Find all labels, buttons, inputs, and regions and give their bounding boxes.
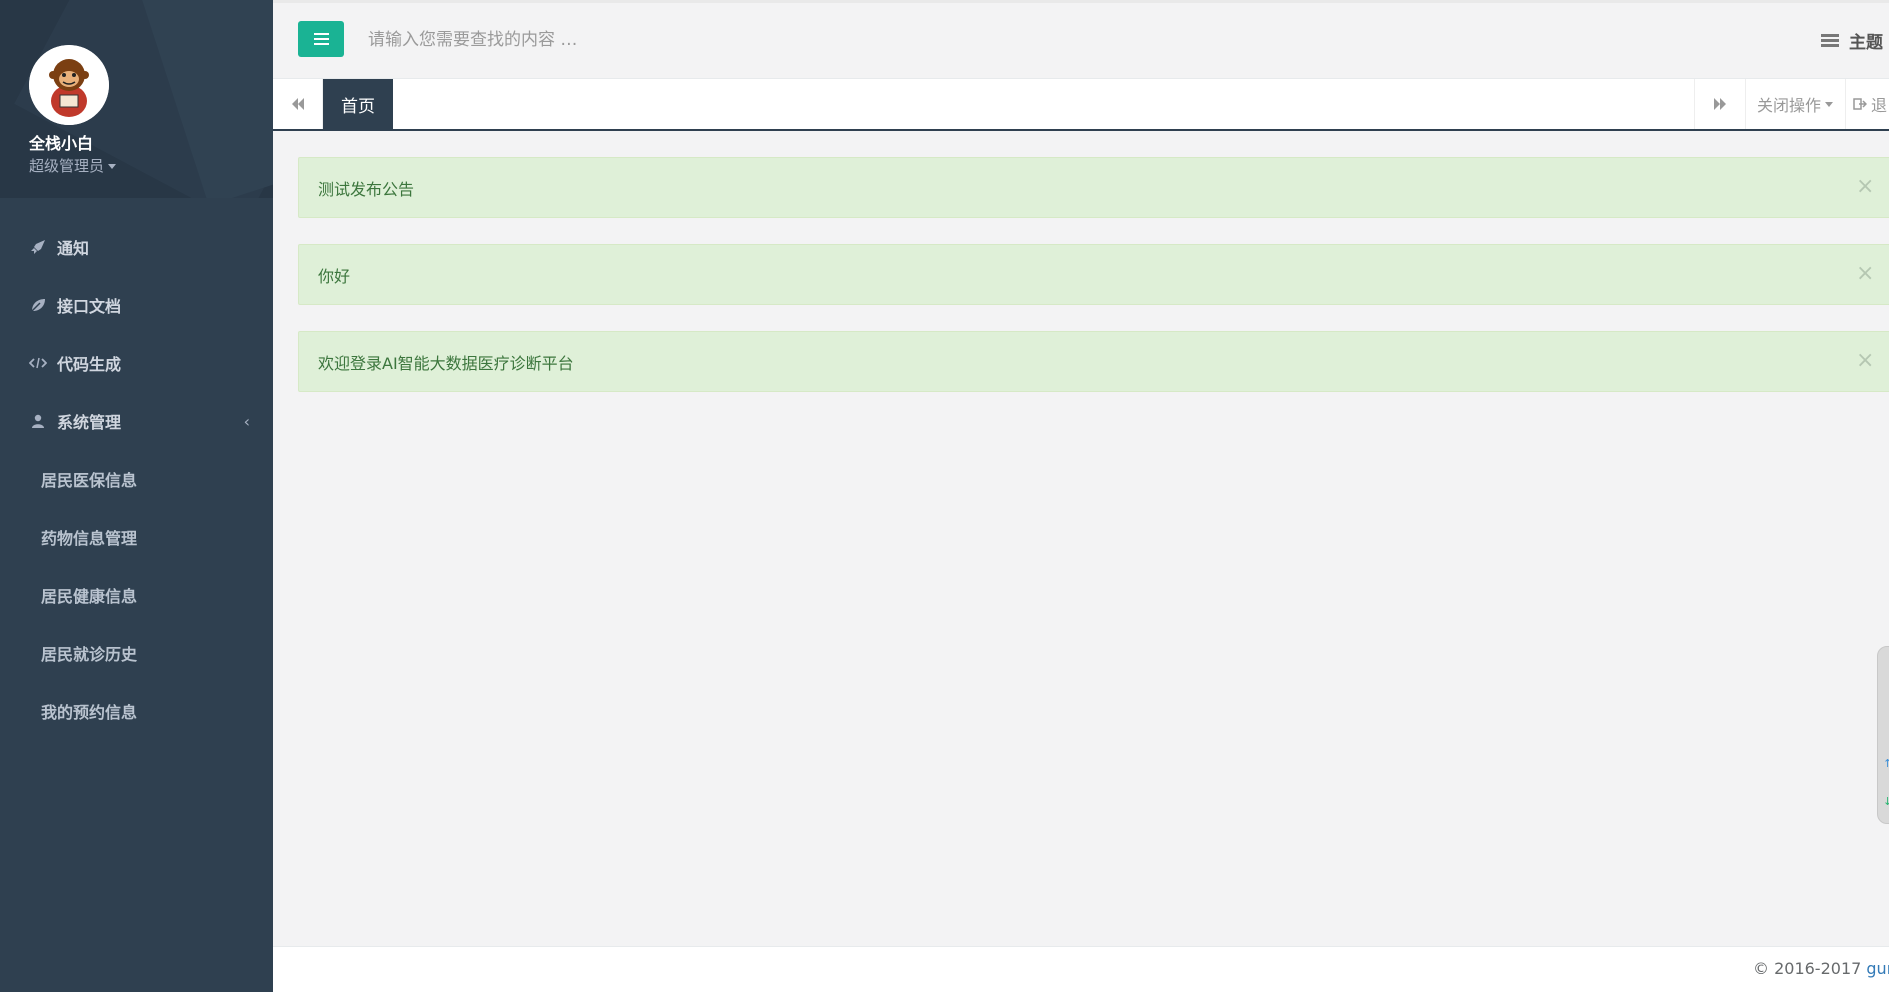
- close-operations-dropdown[interactable]: 关闭操作: [1745, 79, 1846, 129]
- backward-icon: [291, 98, 304, 110]
- footer: © 2016-2017 guns: [273, 946, 1889, 993]
- caret-down-icon: [1825, 101, 1833, 107]
- profile-role-dropdown[interactable]: 超级管理员: [29, 155, 117, 176]
- sidebar-item-code-gen[interactable]: 代码生成: [0, 334, 273, 392]
- top-navbar: 主题: [273, 0, 1889, 79]
- sidebar-item-label: 系统管理: [57, 413, 122, 432]
- arrow-down-icon[interactable]: ↓: [1883, 795, 1889, 808]
- forward-icon: [1714, 98, 1726, 110]
- avatar[interactable]: [29, 45, 109, 125]
- close-icon[interactable]: ×: [1856, 263, 1874, 285]
- monkey-avatar-icon: [29, 45, 109, 125]
- floating-side-tool[interactable]: ↑ ↓: [1877, 646, 1889, 824]
- sidebar: 全栈小白 超级管理员 通知 接口文档 代码生成 系统管理 ‹ 居民医保信息 药物…: [0, 0, 273, 992]
- theme-button[interactable]: 主题: [1821, 28, 1883, 53]
- sidebar-item-api-docs[interactable]: 接口文档: [0, 276, 273, 334]
- sidebar-item-notice[interactable]: 通知: [0, 218, 273, 276]
- search-input[interactable]: [366, 22, 970, 58]
- rocket-icon: [29, 239, 47, 255]
- close-operations-label: 关闭操作: [1756, 96, 1821, 115]
- sidebar-subitem-health-info[interactable]: 居民健康信息: [0, 566, 273, 624]
- sidebar-subitem-label: 我的预约信息: [41, 703, 138, 722]
- arrow-up-icon[interactable]: ↑: [1883, 757, 1889, 770]
- logout-button[interactable]: 退: [1847, 79, 1889, 129]
- sidebar-item-label: 代码生成: [57, 355, 122, 374]
- profile-name[interactable]: 全栈小白: [29, 130, 93, 154]
- tab-scroll-right-button[interactable]: [1694, 79, 1746, 129]
- notice-alert: 测试发布公告 ×: [298, 157, 1889, 218]
- notice-alert: 你好 ×: [298, 244, 1889, 305]
- profile-panel: 全栈小白 超级管理员: [0, 0, 273, 198]
- sidebar-item-label: 通知: [57, 239, 90, 258]
- chevron-left-icon: ‹: [243, 411, 250, 431]
- sidebar-subitem-label: 居民健康信息: [41, 587, 138, 606]
- tab-scroll-left-button[interactable]: [273, 79, 323, 129]
- alert-text: 你好: [318, 266, 351, 286]
- sidebar-subitem-appointments[interactable]: 我的预约信息: [0, 682, 273, 740]
- sidebar-subitem-label: 药物信息管理: [41, 529, 138, 548]
- close-icon[interactable]: ×: [1856, 350, 1874, 372]
- sidebar-subitem-drug-info[interactable]: 药物信息管理: [0, 508, 273, 566]
- leaf-icon: [29, 297, 47, 313]
- tab-home[interactable]: 首页: [323, 79, 393, 129]
- footer-copyright: © 2016-2017 guns: [1753, 959, 1889, 978]
- menu-bars-icon: [313, 33, 329, 45]
- sidebar-subitem-label: 居民医保信息: [41, 471, 138, 490]
- copyright-text: © 2016-2017: [1753, 959, 1862, 978]
- main-content: 主题 首页 关闭操作 退 测试发布公告 × 你好 × 欢迎登录AI智能大数据医疗…: [273, 0, 1889, 993]
- tab-bar: 首页 关闭操作 退: [273, 79, 1889, 131]
- logout-label: 退: [1871, 96, 1888, 115]
- footer-link[interactable]: guns: [1866, 959, 1889, 978]
- sign-out-icon: [1853, 95, 1868, 114]
- notice-alert: 欢迎登录AI智能大数据医疗诊断平台 ×: [298, 331, 1889, 392]
- theme-label: 主题: [1849, 33, 1883, 53]
- sidebar-item-label: 接口文档: [57, 297, 122, 316]
- sidebar-subitem-label: 居民就诊历史: [41, 645, 138, 664]
- alert-text: 测试发布公告: [318, 179, 415, 199]
- sidebar-item-system-management[interactable]: 系统管理 ‹: [0, 392, 273, 450]
- sidebar-subitem-visit-history[interactable]: 居民就诊历史: [0, 624, 273, 682]
- profile-role-label: 超级管理员: [29, 157, 105, 175]
- close-icon[interactable]: ×: [1856, 176, 1874, 198]
- user-icon: [29, 414, 47, 428]
- alert-text: 欢迎登录AI智能大数据医疗诊断平台: [318, 353, 574, 373]
- tasks-icon: [1821, 34, 1839, 47]
- caret-down-icon: [108, 164, 117, 169]
- sidebar-subitem-medical-insurance[interactable]: 居民医保信息: [0, 450, 273, 508]
- menu-toggle-button[interactable]: [298, 21, 344, 57]
- code-icon: [29, 356, 47, 370]
